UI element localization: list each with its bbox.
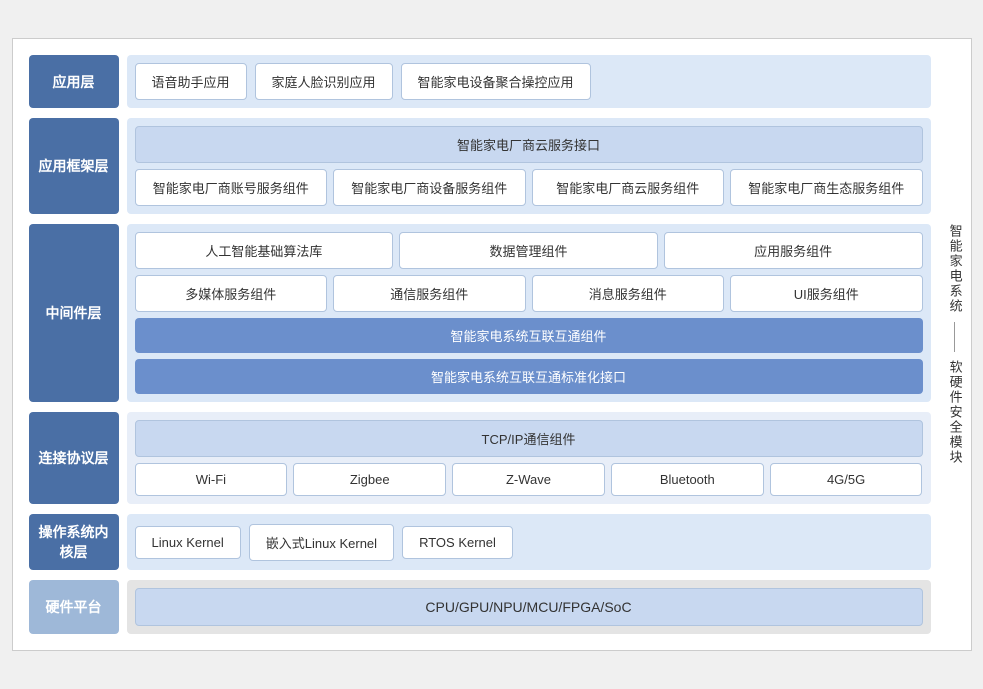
cloud-service-box: 智能家电厂商云服务接口	[135, 126, 923, 163]
hardware-layer-label: 硬件平台	[29, 580, 119, 634]
side-label-container: 智能家电系统 软硬件安全模块	[939, 55, 971, 634]
fw-comp-2: 智能家电厂商设备服务组件	[333, 169, 526, 206]
mw-row2: 多媒体服务组件 通信服务组件 消息服务组件 UI服务组件	[135, 275, 923, 312]
mw-r2-item1: 多媒体服务组件	[135, 275, 328, 312]
fw-comp-1: 智能家电厂商账号服务组件	[135, 169, 328, 206]
os-layer-content: Linux Kernel 嵌入式Linux Kernel RTOS Kernel	[127, 514, 931, 570]
application-layer-content: 语音助手应用 家庭人脸识别应用 智能家电设备聚合操控应用	[127, 55, 931, 108]
middleware-layer-row: 中间件层 人工智能基础算法库 数据管理组件 应用服务组件 多媒体服务组件 通信服…	[29, 224, 931, 402]
app-item-1: 语音助手应用	[135, 63, 247, 100]
mw-r2-item2: 通信服务组件	[333, 275, 526, 312]
side-divider	[954, 322, 955, 352]
application-layer-label: 应用层	[29, 55, 119, 108]
os-kernel-1: Linux Kernel	[135, 526, 241, 559]
mw-r1-item3: 应用服务组件	[664, 232, 923, 269]
os-layer-label: 操作系统内核层	[29, 514, 119, 570]
diagram-container: 应用层 语音助手应用 家庭人脸识别应用 智能家电设备聚合操控应用 应用框架层 智…	[12, 38, 972, 651]
mw-r1-item1: 人工智能基础算法库	[135, 232, 394, 269]
side-label-top: 智能家电系统	[945, 224, 963, 314]
connection-layer-content: TCP/IP通信组件 Wi-Fi Zigbee Z-Wave Bluetooth…	[127, 412, 931, 504]
middleware-layer-content: 人工智能基础算法库 数据管理组件 应用服务组件 多媒体服务组件 通信服务组件 消…	[127, 224, 931, 402]
fw-comp-3: 智能家电厂商云服务组件	[532, 169, 725, 206]
hardware-layer-content: CPU/GPU/NPU/MCU/FPGA/SoC	[127, 580, 931, 634]
connection-layer-row: 连接协议层 TCP/IP通信组件 Wi-Fi Zigbee Z-Wave Blu…	[29, 412, 931, 504]
side-label-bottom: 软硬件安全模块	[945, 360, 963, 465]
mw-row1: 人工智能基础算法库 数据管理组件 应用服务组件	[135, 232, 923, 269]
proto-4g5g: 4G/5G	[770, 463, 923, 496]
proto-zigbee: Zigbee	[293, 463, 446, 496]
framework-layer-label: 应用框架层	[29, 118, 119, 214]
mw-standard-box: 智能家电系统互联互通标准化接口	[135, 359, 923, 394]
framework-layer-row: 应用框架层 智能家电厂商云服务接口 智能家电厂商账号服务组件 智能家电厂商设备服…	[29, 118, 931, 214]
hardware-content-box: CPU/GPU/NPU/MCU/FPGA/SoC	[135, 588, 923, 626]
proto-wifi: Wi-Fi	[135, 463, 288, 496]
fw-comp-4: 智能家电厂商生态服务组件	[730, 169, 923, 206]
protocols-row: Wi-Fi Zigbee Z-Wave Bluetooth 4G/5G	[135, 463, 923, 496]
app-item-2: 家庭人脸识别应用	[255, 63, 393, 100]
hardware-layer-row: 硬件平台 CPU/GPU/NPU/MCU/FPGA/SoC	[29, 580, 931, 634]
framework-components-row: 智能家电厂商账号服务组件 智能家电厂商设备服务组件 智能家电厂商云服务组件 智能…	[135, 169, 923, 206]
os-kernel-3: RTOS Kernel	[402, 526, 513, 559]
proto-bluetooth: Bluetooth	[611, 463, 764, 496]
mw-interop-box: 智能家电系统互联互通组件	[135, 318, 923, 353]
mw-r2-item4: UI服务组件	[730, 275, 923, 312]
tcp-box: TCP/IP通信组件	[135, 420, 923, 457]
mw-r1-item2: 数据管理组件	[399, 232, 658, 269]
main-diagram: 应用层 语音助手应用 家庭人脸识别应用 智能家电设备聚合操控应用 应用框架层 智…	[29, 55, 931, 634]
middleware-layer-label: 中间件层	[29, 224, 119, 402]
framework-layer-content: 智能家电厂商云服务接口 智能家电厂商账号服务组件 智能家电厂商设备服务组件 智能…	[127, 118, 931, 214]
os-kernel-2: 嵌入式Linux Kernel	[249, 524, 394, 561]
app-item-3: 智能家电设备聚合操控应用	[401, 63, 591, 100]
mw-r2-item3: 消息服务组件	[532, 275, 725, 312]
proto-zwave: Z-Wave	[452, 463, 605, 496]
application-layer-row: 应用层 语音助手应用 家庭人脸识别应用 智能家电设备聚合操控应用	[29, 55, 931, 108]
os-layer-row: 操作系统内核层 Linux Kernel 嵌入式Linux Kernel RTO…	[29, 514, 931, 570]
connection-layer-label: 连接协议层	[29, 412, 119, 504]
